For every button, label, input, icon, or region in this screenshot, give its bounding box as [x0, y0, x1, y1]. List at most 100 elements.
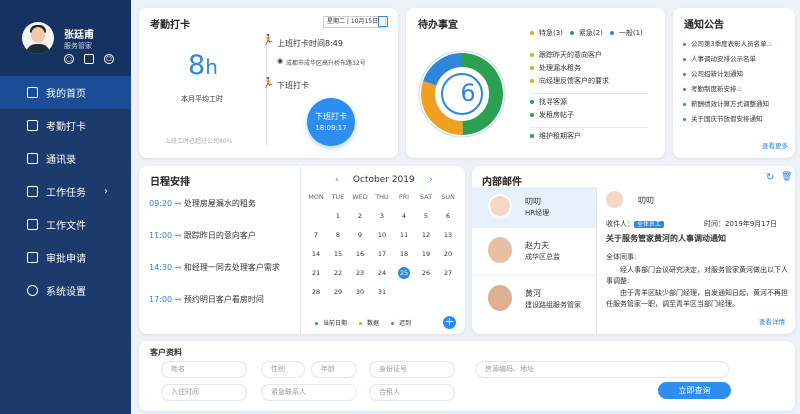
- next-month-icon[interactable]: ›: [429, 175, 433, 185]
- id-number-input[interactable]: 身份证号: [369, 361, 455, 378]
- calendar-day[interactable]: 1: [327, 212, 349, 220]
- calendar-icon[interactable]: [378, 16, 388, 27]
- calendar-day[interactable]: 15: [327, 250, 349, 258]
- sidebar-item-contacts[interactable]: 通讯录: [0, 142, 131, 175]
- name-input[interactable]: 姓名: [161, 361, 247, 378]
- calendar-day[interactable]: 5: [415, 212, 437, 220]
- notice-item[interactable]: 考勤制度新安排♨: [683, 83, 793, 98]
- lock-icon[interactable]: [84, 54, 94, 64]
- todo-item[interactable]: 处理漏水租务: [530, 63, 648, 76]
- schedule-item[interactable]: 17:00 ⊸ 预约明日客户看房时间: [149, 294, 299, 326]
- checkin-time-input[interactable]: 入住时间: [161, 384, 247, 401]
- location-icon: ◉: [277, 57, 284, 65]
- calendar-day[interactable]: 7: [305, 231, 327, 239]
- calendar-day[interactable]: 19: [415, 250, 437, 258]
- weekday-label: FRI: [398, 193, 410, 201]
- notice-item[interactable]: 薪酬绩效计算方式调整通知: [683, 98, 793, 113]
- delete-icon[interactable]: 🗑: [781, 172, 792, 182]
- sidebar-item-approval[interactable]: 审批申请: [0, 241, 131, 274]
- calendar-day[interactable]: 20: [437, 250, 459, 258]
- checkout-button[interactable]: 下班打卡 18:09:17: [307, 98, 355, 146]
- calendar-day[interactable]: 23: [349, 269, 371, 277]
- calendar-day[interactable]: 25: [398, 266, 410, 279]
- mail-more-link[interactable]: 查看详情: [759, 316, 785, 326]
- calendar-day[interactable]: 12: [415, 231, 437, 239]
- calendar-day[interactable]: 6: [437, 212, 459, 220]
- todo-item-text: 维护租期客户: [539, 132, 581, 140]
- sidebar-item-files[interactable]: 工作文件: [0, 208, 131, 241]
- calendar-day[interactable]: 4: [393, 212, 415, 220]
- prev-month-icon[interactable]: ‹: [335, 175, 339, 185]
- mail-sender-name: 黄河: [525, 289, 541, 298]
- sidebar-item-label: 系统设置: [46, 287, 86, 298]
- calendar-day[interactable]: 9: [349, 231, 371, 239]
- gender-input[interactable]: 性别: [261, 361, 305, 378]
- notice-item[interactable]: 公司招新计划通知: [683, 68, 793, 83]
- calendar-day[interactable]: 31: [371, 288, 393, 296]
- schedule-item[interactable]: 14:30 ⊸ 和经理一同去处理客户需求: [149, 262, 299, 294]
- todo-item-text: 向经理反馈客户的要求: [539, 77, 609, 85]
- todo-item[interactable]: 找寻客源: [530, 97, 648, 110]
- calendar-day[interactable]: 13: [437, 231, 459, 239]
- notice-list: 公司第3季度表彰人员名单♨ 人事调动安排公示名单 公司招新计划通知 考勤制度新安…: [683, 38, 793, 128]
- calendar-day[interactable]: 17: [371, 250, 393, 258]
- profile-name: 张廷甫: [64, 30, 94, 41]
- sidebar-item-checkin[interactable]: 考勤打卡: [0, 109, 131, 142]
- roommate-input[interactable]: 合租人: [369, 384, 455, 401]
- calendar-day[interactable]: 14: [305, 250, 327, 258]
- age-input[interactable]: 年龄: [311, 361, 357, 378]
- calendar-day[interactable]: 22: [327, 269, 349, 277]
- refresh-icon[interactable]: ↻: [766, 172, 774, 183]
- notice-item[interactable]: 人事调动安排公示名单: [683, 53, 793, 68]
- calendar-day[interactable]: 18: [393, 250, 415, 258]
- notice-item-text: 公司第3季度表彰人员名单: [691, 40, 767, 48]
- sidebar-item-settings[interactable]: 系统设置: [0, 274, 131, 307]
- notice-item[interactable]: 公司第3季度表彰人员名单♨: [683, 38, 793, 53]
- mail-item[interactable]: 赵力夫 成华区总监: [472, 228, 596, 276]
- todo-legend: 特急(3) 紧急(2) 一般(1): [530, 28, 643, 38]
- notice-more-link[interactable]: 查看更多: [762, 140, 788, 150]
- notice-item-text: 考勤制度新安排: [691, 85, 737, 93]
- sidebar-item-home[interactable]: 我的首页: [0, 76, 131, 109]
- todo-item[interactable]: 发租房帖子: [530, 110, 648, 123]
- calendar-day[interactable]: 10: [371, 231, 393, 239]
- weekday-label: WED: [352, 193, 368, 201]
- calendar-day[interactable]: 21: [305, 269, 327, 277]
- sidebar-item-tasks[interactable]: 工作任务 ›: [0, 175, 131, 208]
- add-schedule-button[interactable]: +: [443, 316, 456, 329]
- date-picker[interactable]: 星期二 | 10月15日: [323, 16, 386, 28]
- calendar-day[interactable]: 30: [349, 288, 371, 296]
- property-address-input[interactable]: 房源编码、地址: [475, 361, 729, 378]
- user-icon[interactable]: ○: [64, 54, 74, 64]
- mail-item[interactable]: 黄河 建设路组服务管家: [472, 276, 596, 324]
- calendar-day[interactable]: 27: [437, 269, 459, 277]
- weekday-label: MON: [308, 193, 324, 201]
- date-text: 10月15日: [350, 18, 379, 25]
- calendar-day[interactable]: 29: [327, 288, 349, 296]
- todo-item[interactable]: 维护租期客户: [530, 131, 648, 144]
- todo-item[interactable]: 向经理反馈客户的要求: [530, 76, 648, 89]
- calendar-day[interactable]: 11: [393, 231, 415, 239]
- power-icon[interactable]: ⏻: [104, 54, 114, 64]
- emergency-contact-input[interactable]: 紧急联系人: [261, 384, 357, 401]
- calendar-day[interactable]: 8: [327, 231, 349, 239]
- schedule-item[interactable]: 09:20 ⊸ 处理房屋漏水的租务: [149, 198, 299, 230]
- schedule-text: 预约明日客户看房时间: [183, 295, 264, 304]
- mail-item[interactable]: 叨叨 HR经理: [472, 187, 596, 228]
- search-button[interactable]: 立即查询: [658, 382, 731, 399]
- notice-item[interactable]: 关于国庆节放假安排通知: [683, 113, 793, 128]
- avatar[interactable]: [22, 22, 54, 54]
- legend-count: (3): [553, 29, 563, 37]
- calendar-day[interactable]: 2: [349, 212, 371, 220]
- calendar-day[interactable]: 28: [305, 288, 327, 296]
- schedule-item[interactable]: 11:00 ⊸ 跟踪昨日的意向客户: [149, 230, 299, 262]
- calendar-day[interactable]: 16: [349, 250, 371, 258]
- calendar-divider: [300, 166, 301, 334]
- calendar-day[interactable]: 3: [371, 212, 393, 220]
- calendar-month: October: [352, 175, 389, 185]
- todo-item[interactable]: 跟踪昨天的意向客户: [530, 50, 648, 63]
- notice-item-text: 人事调动安排公示名单: [691, 55, 756, 63]
- calendar-day[interactable]: 26: [415, 269, 437, 277]
- calendar-day[interactable]: 24: [371, 269, 393, 277]
- schedule-time: 17:00: [149, 295, 173, 304]
